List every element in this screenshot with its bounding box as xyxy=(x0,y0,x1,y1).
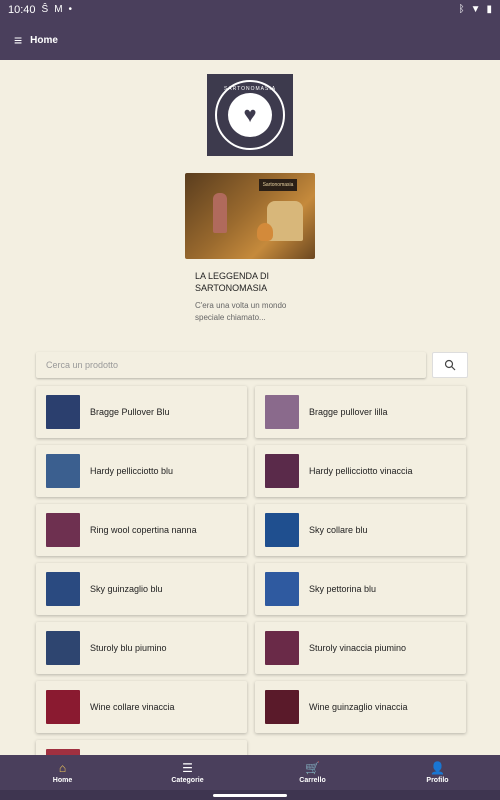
dog-shape xyxy=(257,223,273,241)
brand-logo: ♥ SARTONOMASIA xyxy=(207,74,293,156)
product-name: Wine guinzaglio vinaccia xyxy=(309,702,408,712)
hamburger-menu-icon[interactable]: ≡ xyxy=(14,32,22,48)
nav-label: Categorie xyxy=(171,776,204,784)
nav-profilo[interactable]: 👤 Profilo xyxy=(375,755,500,790)
product-name: Sturoly vinaccia piumino xyxy=(309,643,407,653)
dog-cat-logo-icon: ♥ xyxy=(228,93,272,137)
nav-label: Profilo xyxy=(426,776,449,784)
cart-icon: 🛒 xyxy=(305,760,320,775)
search-bar xyxy=(36,352,468,378)
page-title: Home xyxy=(30,34,58,46)
product-card[interactable]: Sturoly vinaccia piumino xyxy=(255,622,466,674)
app-bar: ≡ Home xyxy=(0,20,500,60)
product-name: Hardy pellicciotto vinaccia xyxy=(309,466,413,476)
product-thumbnail xyxy=(265,454,299,488)
product-name: Bragge Pullover Blu xyxy=(90,407,170,417)
product-thumbnail xyxy=(46,395,80,429)
product-name: Bragge pullover lilla xyxy=(309,407,388,417)
logo-emblem: ♥ SARTONOMASIA xyxy=(215,80,285,150)
product-thumbnail xyxy=(46,454,80,488)
nav-label: Home xyxy=(52,776,73,784)
bluetooth-icon: ᛒ xyxy=(458,4,465,15)
product-grid: Bragge Pullover Blu Bragge pullover lilla… xyxy=(36,386,468,755)
main-content[interactable]: ♥ SARTONOMASIA Sartonomasia LA LEGGENDA … xyxy=(0,60,500,755)
product-card[interactable]: Sky collare blu xyxy=(255,504,466,556)
product-card[interactable]: Wine collare vinaccia xyxy=(36,681,247,733)
product-thumbnail xyxy=(265,572,299,606)
banner-sign: Sartonomasia xyxy=(259,179,297,191)
nav-carrello[interactable]: 🛒 Carrello xyxy=(250,755,375,790)
search-icon xyxy=(444,359,456,371)
product-thumbnail xyxy=(265,690,299,724)
product-thumbnail xyxy=(46,631,80,665)
mannequin-shape xyxy=(213,193,227,233)
clock: 10:40 xyxy=(8,4,36,16)
product-card[interactable]: Hardy pellicciotto vinaccia xyxy=(255,445,466,497)
product-card[interactable]: Bragge pullover lilla xyxy=(255,386,466,438)
bottom-navigation: ⌂ Home ☰ Categorie 🛒 Carrello 👤 Profilo xyxy=(0,755,500,790)
dot-icon: • xyxy=(68,4,73,15)
search-input[interactable] xyxy=(36,352,426,378)
product-name: Sky collare blu xyxy=(309,525,368,535)
product-card[interactable]: Sky pettorina blu xyxy=(255,563,466,615)
product-card[interactable]: Sky guinzaglio blu xyxy=(36,563,247,615)
product-name: Wine collare vinaccia xyxy=(90,702,175,712)
gesture-handle[interactable] xyxy=(213,793,287,797)
product-card[interactable] xyxy=(36,740,247,755)
product-card[interactable]: Sturoly blu piumino xyxy=(36,622,247,674)
product-card[interactable]: Ring wool copertina nanna xyxy=(36,504,247,556)
post-banner-image[interactable]: Sartonomasia xyxy=(185,173,315,259)
search-button[interactable] xyxy=(432,352,468,378)
logo-text: SARTONOMASIA xyxy=(223,86,277,92)
list-icon: ☰ xyxy=(182,760,193,775)
product-name: Hardy pellicciotto blu xyxy=(90,466,174,476)
product-thumbnail xyxy=(265,395,299,429)
product-name: Sturoly blu piumino xyxy=(90,643,167,653)
product-card[interactable]: Hardy pellicciotto blu xyxy=(36,445,247,497)
product-thumbnail xyxy=(265,631,299,665)
product-name: Sky guinzaglio blu xyxy=(90,584,163,594)
nav-categorie[interactable]: ☰ Categorie xyxy=(125,755,250,790)
nav-label: Carrello xyxy=(299,776,326,784)
battery-icon: ▮ xyxy=(486,4,492,15)
post-title[interactable]: LA LEGGENDA DI SARTONOMASIA xyxy=(195,270,315,294)
product-card[interactable]: Bragge Pullover Blu xyxy=(36,386,247,438)
product-thumbnail xyxy=(265,513,299,547)
product-name: Ring wool copertina nanna xyxy=(90,525,197,535)
person-icon: 👤 xyxy=(430,760,445,775)
product-name: Sky pettorina blu xyxy=(309,584,377,594)
product-thumbnail xyxy=(46,690,80,724)
post-excerpt: C'era una volta un mondo speciale chiama… xyxy=(195,301,287,322)
status-bar: 10:40 Ŝ M • ᛒ ▼ ▮ xyxy=(0,0,500,20)
nav-home[interactable]: ⌂ Home xyxy=(0,755,125,790)
gmail-icon: M xyxy=(54,4,63,15)
product-card[interactable]: Wine guinzaglio vinaccia xyxy=(255,681,466,733)
gesture-bar xyxy=(0,790,500,800)
s-icon: Ŝ xyxy=(41,4,49,15)
product-thumbnail xyxy=(46,513,80,547)
wifi-icon: ▼ xyxy=(470,4,481,15)
product-thumbnail xyxy=(46,572,80,606)
home-icon: ⌂ xyxy=(58,760,67,775)
